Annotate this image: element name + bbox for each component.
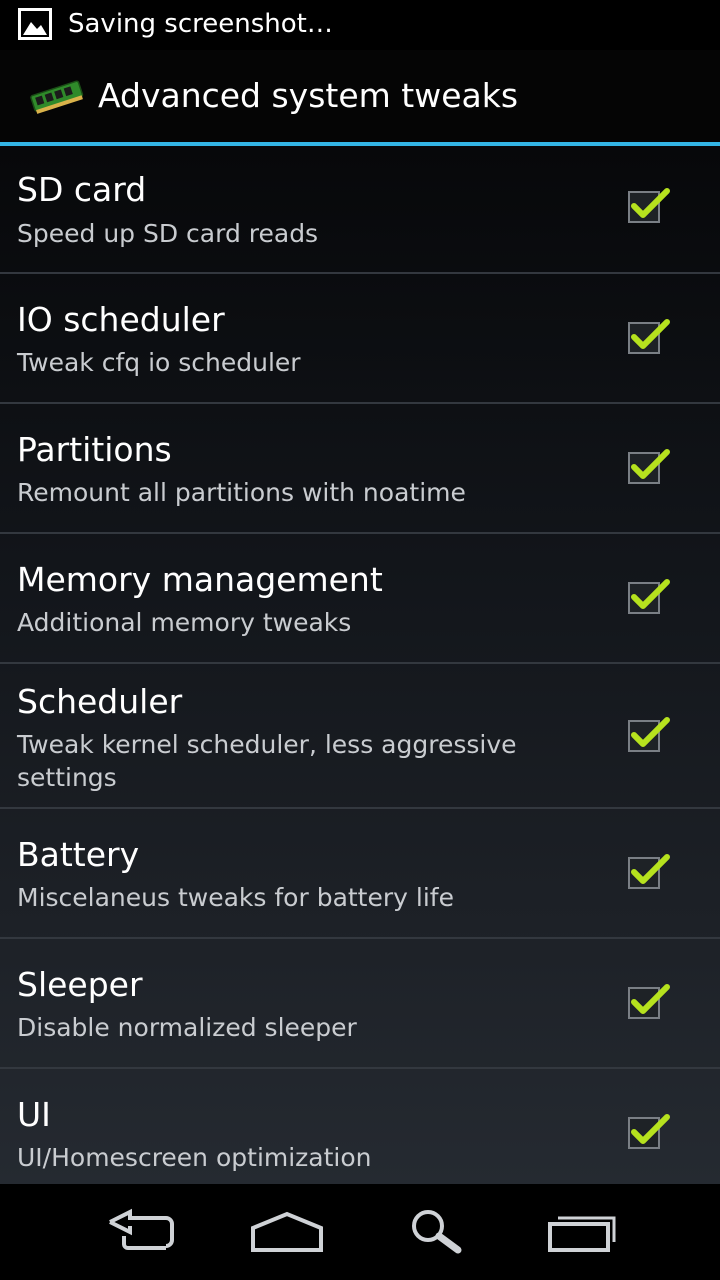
item-summary: Miscelaneus tweaks for battery life: [17, 883, 454, 912]
status-bar: Saving screenshot…: [0, 0, 720, 50]
list-item[interactable]: IO scheduler Tweak cfq io scheduler: [0, 274, 720, 402]
list-item[interactable]: Scheduler Tweak kernel scheduler, less a…: [0, 664, 720, 807]
item-title: IO scheduler: [17, 300, 225, 339]
list-item[interactable]: Battery Miscelaneus tweaks for battery l…: [0, 809, 720, 937]
navigation-bar: [0, 1184, 720, 1280]
search-icon[interactable]: [394, 1204, 474, 1260]
ram-chip-icon[interactable]: [28, 78, 86, 116]
list-item[interactable]: SD card Speed up SD card reads: [0, 146, 720, 272]
list-item[interactable]: Sleeper Disable normalized sleeper: [0, 939, 720, 1067]
page-title: Advanced system tweaks: [98, 76, 519, 115]
checkbox-checked-icon[interactable]: [626, 576, 672, 616]
preference-list: SD card Speed up SD card reads IO schedu…: [0, 146, 720, 1184]
back-icon[interactable]: [100, 1204, 180, 1260]
checkbox-checked-icon[interactable]: [626, 1111, 672, 1151]
item-title: SD card: [17, 170, 147, 209]
checkbox-checked-icon[interactable]: [626, 185, 672, 225]
item-summary: Speed up SD card reads: [17, 219, 319, 248]
item-summary: UI/Homescreen optimization: [17, 1143, 372, 1172]
recent-apps-icon[interactable]: [544, 1204, 624, 1260]
item-summary: Tweak cfq io scheduler: [17, 348, 301, 377]
status-notification-text: Saving screenshot…: [68, 9, 333, 39]
checkbox-checked-icon[interactable]: [626, 316, 672, 356]
checkbox-checked-icon[interactable]: [626, 981, 672, 1021]
checkbox-checked-icon[interactable]: [626, 851, 672, 891]
home-icon[interactable]: [247, 1204, 327, 1260]
action-bar: Advanced system tweaks: [0, 50, 720, 142]
item-summary: Tweak kernel scheduler, less aggressive …: [17, 730, 517, 792]
list-item[interactable]: Memory management Additional memory twea…: [0, 534, 720, 662]
item-title: UI: [17, 1095, 51, 1134]
item-title: Battery: [17, 835, 140, 874]
image-icon: [18, 8, 52, 40]
item-summary: Additional memory tweaks: [17, 608, 352, 637]
item-title: Scheduler: [17, 682, 183, 721]
item-title: Partitions: [17, 430, 172, 469]
item-summary: Remount all partitions with noatime: [17, 478, 466, 507]
list-item[interactable]: UI UI/Homescreen optimization: [0, 1069, 720, 1184]
checkbox-checked-icon[interactable]: [626, 714, 672, 754]
item-title: Memory management: [17, 560, 383, 599]
item-summary: Disable normalized sleeper: [17, 1013, 357, 1042]
checkbox-checked-icon[interactable]: [626, 446, 672, 486]
list-item[interactable]: Partitions Remount all partitions with n…: [0, 404, 720, 532]
item-title: Sleeper: [17, 965, 143, 1004]
